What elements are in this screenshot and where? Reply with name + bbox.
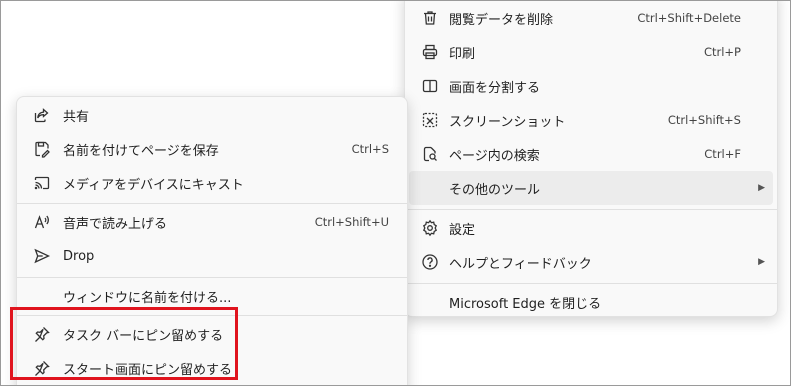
menu-item-label: 音声で読み上げる: [63, 216, 168, 232]
menu-item-label: スクリーンショット: [449, 114, 566, 130]
submenu-arrow-icon: ▶: [758, 183, 765, 193]
menu-item-close-edge[interactable]: Microsoft Edge を閉じる: [409, 285, 773, 319]
share-icon: [33, 106, 51, 124]
cast-icon: [33, 174, 51, 192]
split-screen-icon: [421, 77, 439, 95]
printer-icon: [421, 43, 439, 61]
help-icon: [421, 253, 439, 271]
menu-item-print[interactable]: 印刷 Ctrl+P: [409, 35, 773, 69]
submenu-arrow-icon: ▶: [758, 257, 765, 267]
save-icon: [33, 140, 51, 158]
menu-item-label: ヘルプとフィードバック: [449, 256, 592, 272]
menu-item-label: Microsoft Edge を閉じる: [449, 296, 602, 312]
menu-item-label: 閲覧データを削除: [449, 12, 554, 28]
menu-item-help-and-feedback[interactable]: ヘルプとフィードバック ▶: [409, 245, 773, 279]
find-in-page-icon: [421, 145, 439, 163]
shortcut-text: Ctrl+Shift+Delete: [637, 11, 741, 25]
menu-item-label: 画面を分割する: [449, 80, 541, 96]
menu-item-label: メディアをデバイスにキャスト: [63, 177, 244, 193]
menu-separator: [17, 277, 407, 278]
menu-separator: [17, 203, 407, 204]
menu-item-label: 印刷: [449, 46, 476, 62]
menu-item-label: 共有: [63, 109, 90, 125]
screenshot-icon: [421, 111, 439, 129]
menu-item-save-page-as[interactable]: 名前を付けてページを保存 Ctrl+S: [21, 132, 403, 166]
shortcut-text: Ctrl+Shift+U: [314, 215, 389, 229]
shortcut-text: Ctrl+F: [704, 147, 741, 161]
shortcut-text: Ctrl+S: [351, 142, 389, 156]
gear-icon: [421, 219, 439, 237]
menu-item-settings[interactable]: 設定: [409, 211, 773, 245]
menu-item-share[interactable]: 共有: [21, 98, 403, 132]
read-aloud-icon: [33, 213, 51, 231]
menu-separator: [405, 209, 777, 210]
menu-item-find-in-page[interactable]: ページ内の検索 Ctrl+F: [409, 137, 773, 171]
menu-item-label: その他のツール: [449, 182, 541, 198]
menu-item-read-aloud[interactable]: 音声で読み上げる Ctrl+Shift+U: [21, 205, 403, 239]
trash-icon: [421, 9, 439, 27]
menu-item-cast-media[interactable]: メディアをデバイスにキャスト: [21, 166, 403, 200]
browser-settings-menu: 閲覧データを削除 Ctrl+Shift+Delete 印刷 Ctrl+P 画面を…: [404, 0, 778, 317]
menu-item-label: 設定: [449, 222, 476, 238]
menu-item-screenshot[interactable]: スクリーンショット Ctrl+Shift+S: [409, 103, 773, 137]
highlight-annotation-box: [10, 307, 238, 380]
menu-item-split-screen[interactable]: 画面を分割する: [409, 69, 773, 103]
shortcut-text: Ctrl+Shift+S: [667, 113, 741, 127]
menu-item-more-tools[interactable]: その他のツール ▶: [409, 171, 773, 205]
menu-item-label: 名前を付けてページを保存: [63, 143, 219, 159]
menu-item-clear-browsing-data[interactable]: 閲覧データを削除 Ctrl+Shift+Delete: [409, 1, 773, 35]
menu-item-label: Drop: [63, 248, 95, 264]
menu-separator: [405, 283, 777, 284]
menu-item-label: ウィンドウに名前を付ける...: [63, 290, 232, 306]
menu-item-label: ページ内の検索: [449, 148, 540, 164]
shortcut-text: Ctrl+P: [703, 45, 741, 59]
send-icon: [33, 247, 51, 265]
menu-item-drop[interactable]: Drop: [21, 239, 403, 273]
